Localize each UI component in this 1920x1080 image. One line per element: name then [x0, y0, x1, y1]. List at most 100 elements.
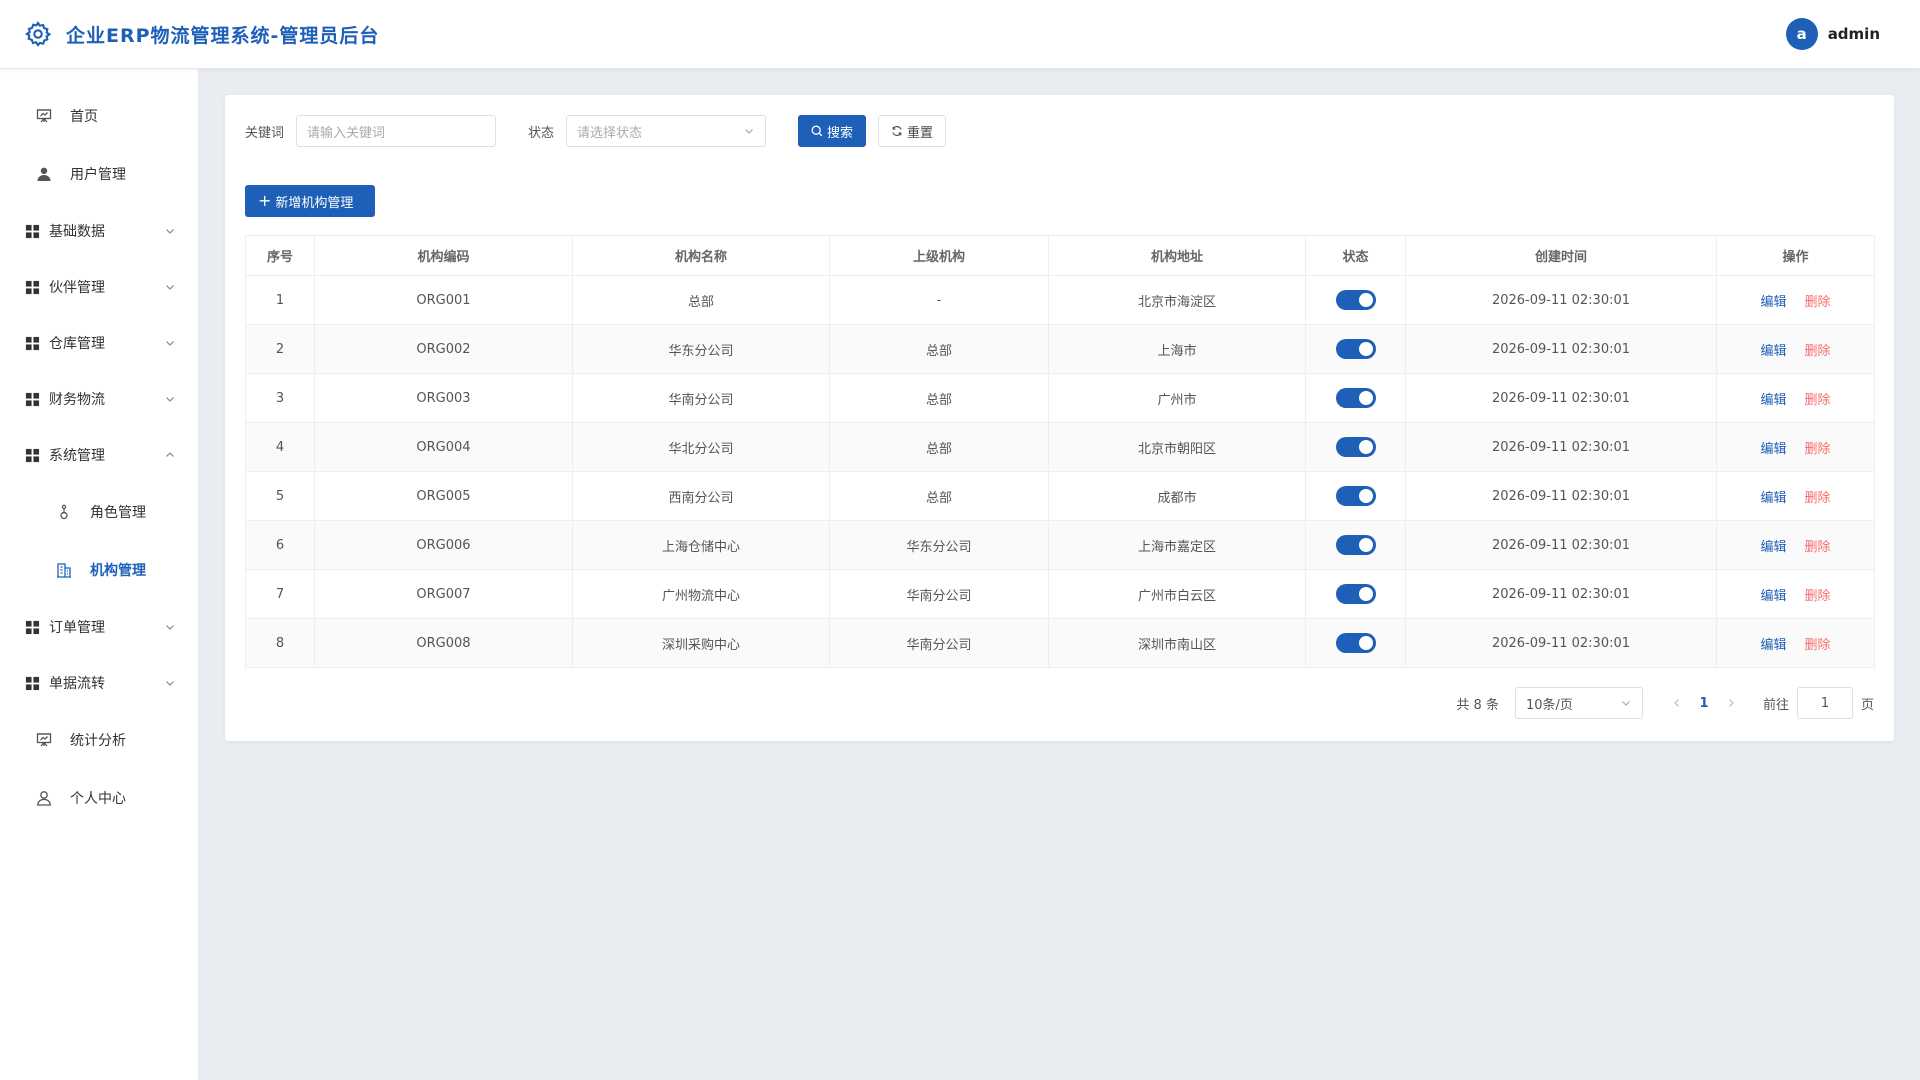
sidebar-item-label: 首页	[70, 109, 98, 125]
chevron-down-icon	[164, 337, 176, 349]
status-toggle[interactable]	[1335, 290, 1376, 310]
total-count: 共 8 条	[1456, 697, 1499, 713]
delete-link[interactable]: 删除	[1805, 638, 1831, 653]
goto-label: 前往	[1762, 697, 1789, 713]
sidebar-item-organizations[interactable]: 机构管理	[0, 541, 198, 599]
table-row: 7 ORG007 广州物流中心 华南分公司 广州市白云区 2026-09-11 …	[245, 569, 1875, 619]
edit-link[interactable]: 编辑	[1760, 344, 1786, 359]
cell-code: ORG006	[314, 520, 573, 570]
cell-parent: 华南分公司	[829, 569, 1049, 619]
sidebar: 首页 用户管理 基础数据 伙伴管理 仓库管理 财务物流 系统管理 角色管理 机构…	[0, 69, 199, 1080]
username[interactable]: admin	[1828, 25, 1880, 43]
status-toggle[interactable]	[1335, 486, 1376, 506]
search-button-label: 搜索	[827, 125, 854, 141]
grid-icon	[24, 675, 40, 691]
sidebar-item-users[interactable]: 用户管理	[0, 145, 198, 203]
sidebar-item-label: 角色管理	[90, 505, 146, 521]
delete-link[interactable]: 删除	[1805, 442, 1831, 457]
cell-code: ORG004	[314, 422, 573, 472]
sidebar-item-statistics[interactable]: 统计分析	[0, 711, 198, 769]
reset-button[interactable]: 重置	[878, 115, 947, 147]
page-number-current[interactable]: 1	[1687, 696, 1721, 711]
table-row: 2 ORG002 华东分公司 总部 上海市 2026-09-11 02:30:0…	[245, 324, 1875, 374]
sidebar-group-partners[interactable]: 伙伴管理	[0, 259, 198, 315]
keyword-input[interactable]: 请输入关键词	[296, 115, 497, 147]
table-row: 4 ORG004 华北分公司 总部 北京市朝阳区 2026-09-11 02:3…	[245, 422, 1875, 472]
page-size-value: 10条/页	[1525, 697, 1573, 713]
cell-status	[1305, 275, 1406, 325]
cell-created: 2026-09-11 02:30:01	[1405, 520, 1717, 570]
edit-link[interactable]: 编辑	[1760, 393, 1786, 408]
cell-address: 上海市	[1048, 324, 1306, 374]
delete-link[interactable]: 删除	[1805, 589, 1831, 604]
edit-link[interactable]: 编辑	[1760, 491, 1786, 506]
refresh-icon	[891, 125, 903, 137]
cell-code: ORG005	[314, 471, 573, 521]
delete-link[interactable]: 删除	[1805, 295, 1831, 310]
cell-name: 广州物流中心	[572, 569, 830, 619]
status-toggle[interactable]	[1335, 339, 1376, 359]
prev-page-button[interactable]	[1667, 697, 1687, 709]
delete-link[interactable]: 删除	[1805, 393, 1831, 408]
cell-no: 6	[245, 520, 315, 570]
avatar[interactable]: a	[1785, 18, 1818, 50]
edit-link[interactable]: 编辑	[1760, 540, 1786, 555]
status-toggle[interactable]	[1335, 535, 1376, 555]
sidebar-item-label: 伙伴管理	[49, 280, 105, 296]
cell-actions: 编辑 删除	[1716, 618, 1875, 668]
chevron-down-icon	[164, 393, 176, 405]
sidebar-item-roles[interactable]: 角色管理	[0, 483, 198, 541]
page-suffix: 页	[1860, 697, 1874, 713]
cell-created: 2026-09-11 02:30:01	[1405, 422, 1717, 472]
status-toggle[interactable]	[1335, 633, 1376, 653]
grid-icon	[24, 279, 40, 295]
sidebar-item-label: 机构管理	[90, 563, 146, 579]
search-button[interactable]: 搜索	[798, 115, 867, 147]
sidebar-group-documents[interactable]: 单据流转	[0, 655, 198, 711]
status-toggle[interactable]	[1335, 388, 1376, 408]
edit-link[interactable]: 编辑	[1760, 638, 1786, 653]
delete-link[interactable]: 删除	[1805, 491, 1831, 506]
cell-parent: -	[829, 275, 1049, 325]
sidebar-group-basic-data[interactable]: 基础数据	[0, 203, 198, 259]
sidebar-group-system[interactable]: 系统管理	[0, 427, 198, 483]
filter-bar: 关键词 请输入关键词 状态 请选择状态 搜索 重置	[245, 115, 1874, 147]
user-icon	[36, 166, 52, 182]
cell-status	[1305, 373, 1406, 423]
status-select[interactable]: 请选择状态	[566, 115, 767, 147]
sidebar-group-finance[interactable]: 财务物流	[0, 371, 198, 427]
cell-code: ORG002	[314, 324, 573, 374]
cell-address: 北京市海淀区	[1048, 275, 1306, 325]
cell-status	[1305, 569, 1406, 619]
status-toggle[interactable]	[1335, 437, 1376, 457]
cell-name: 华北分公司	[572, 422, 830, 472]
table-row: 8 ORG008 深圳采购中心 华南分公司 深圳市南山区 2026-09-11 …	[245, 618, 1875, 668]
sidebar-group-orders[interactable]: 订单管理	[0, 599, 198, 655]
chart-board-icon	[36, 732, 52, 748]
delete-link[interactable]: 删除	[1805, 540, 1831, 555]
goto-page-input[interactable]: 1	[1796, 687, 1853, 719]
user-menu[interactable]: a admin	[1785, 18, 1880, 50]
delete-link[interactable]: 删除	[1805, 344, 1831, 359]
sidebar-item-label: 单据流转	[49, 676, 105, 692]
status-toggle[interactable]	[1335, 584, 1376, 604]
grid-icon	[24, 391, 40, 407]
plus-icon: +	[258, 191, 272, 210]
sidebar-item-label: 财务物流	[49, 392, 105, 408]
sidebar-group-warehouse[interactable]: 仓库管理	[0, 315, 198, 371]
sidebar-item-profile[interactable]: 个人中心	[0, 769, 198, 827]
grid-icon	[24, 619, 40, 635]
cell-parent: 总部	[829, 373, 1049, 423]
cell-created: 2026-09-11 02:30:01	[1405, 569, 1717, 619]
edit-link[interactable]: 编辑	[1760, 442, 1786, 457]
edit-link[interactable]: 编辑	[1760, 589, 1786, 604]
edit-link[interactable]: 编辑	[1760, 295, 1786, 310]
next-page-button[interactable]	[1721, 697, 1741, 709]
table-row: 6 ORG006 上海仓储中心 华东分公司 上海市嘉定区 2026-09-11 …	[245, 520, 1875, 570]
role-icon	[56, 504, 72, 520]
sidebar-item-label: 仓库管理	[49, 336, 105, 352]
grid-icon	[24, 335, 40, 351]
page-size-select[interactable]: 10条/页	[1514, 687, 1643, 719]
sidebar-item-home[interactable]: 首页	[0, 87, 198, 145]
add-organization-button[interactable]: + 新增机构管理	[245, 185, 375, 217]
